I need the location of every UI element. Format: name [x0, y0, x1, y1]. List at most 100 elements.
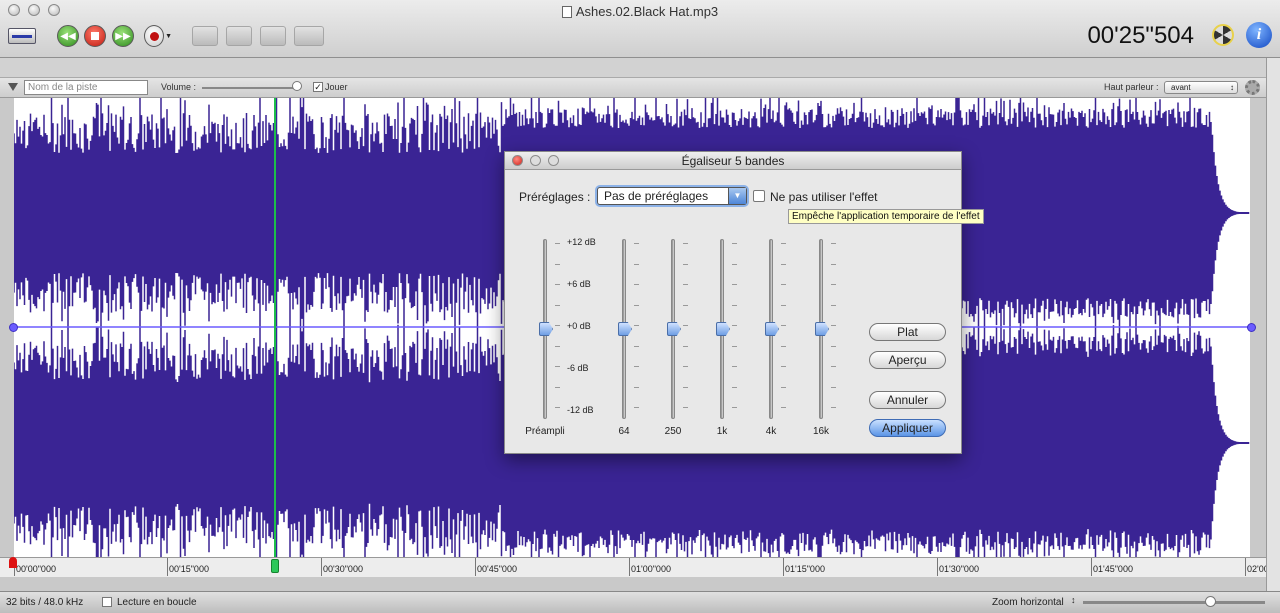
- record-icon: [144, 25, 165, 47]
- eq-slider-thumb-0[interactable]: [539, 322, 553, 336]
- eq-scale-tick: [732, 407, 737, 408]
- eq-scale-tick: [831, 304, 836, 306]
- eq-scale-tick: [683, 386, 688, 388]
- dialog-close-button[interactable]: [512, 155, 523, 166]
- eq-slider-thumb-4[interactable]: [765, 322, 779, 336]
- eq-scale-tick: [831, 243, 836, 244]
- add-track-button[interactable]: [190, 24, 220, 48]
- zoom-slider[interactable]: [1083, 601, 1265, 604]
- eq-scale-tick: [831, 386, 836, 388]
- eq-scale-tick: [831, 407, 836, 408]
- document-icon: [561, 6, 572, 18]
- tracks-view-button[interactable]: [6, 24, 38, 48]
- eq-scale-tick: [831, 366, 836, 367]
- eq-scale-tick: [732, 366, 737, 367]
- playhead[interactable]: [274, 98, 276, 572]
- eq-scale-tick: [781, 325, 786, 326]
- eq-scale-tick: [831, 263, 836, 265]
- eq-scale-tick: [634, 345, 639, 347]
- disclosure-triangle-icon[interactable]: [8, 83, 18, 91]
- eq-band-label-1: 64: [618, 426, 630, 437]
- cancel-button[interactable]: Annuler: [869, 391, 946, 409]
- info-icon: i: [1256, 26, 1262, 43]
- eq-scale-tick: [683, 243, 688, 244]
- stop-button[interactable]: [84, 24, 106, 48]
- loop-checkbox[interactable]: [102, 597, 112, 607]
- eq-scale-tick: [683, 263, 688, 265]
- eq-scale-tick: [683, 407, 688, 408]
- eq-scale-tick: [781, 304, 786, 306]
- zoom-slider-knob[interactable]: [1205, 596, 1217, 607]
- ruler-tick-3: 00'45"000: [475, 558, 517, 576]
- eq-scale-tick: [634, 263, 639, 265]
- eq-scale-tick: [683, 304, 688, 306]
- eq-slider-thumb-1[interactable]: [618, 322, 632, 336]
- fast-forward-icon: ▶▶: [112, 25, 134, 47]
- envelope-point-left[interactable]: [9, 323, 18, 332]
- add-track-icon: [192, 26, 218, 46]
- eq-band-label-2: 250: [664, 426, 682, 437]
- start-marker[interactable]: [9, 557, 17, 568]
- dialog-zoom-button[interactable]: [548, 155, 559, 166]
- chevron-updown-icon[interactable]: ↕: [1071, 595, 1076, 605]
- playhead-handle[interactable]: [271, 559, 279, 573]
- flat-button[interactable]: Plat: [869, 323, 946, 341]
- eq-scale-tick: [634, 284, 639, 285]
- export-button[interactable]: [292, 24, 326, 48]
- eq-scale-tick: [781, 366, 786, 367]
- dialog-minimize-button[interactable]: [530, 155, 541, 166]
- eq-scale-tick: [732, 386, 737, 388]
- remove-track-button[interactable]: [224, 24, 254, 48]
- bypass-label: Ne pas utiliser l'effet: [770, 190, 878, 204]
- ruler-tick-2: 00'30"000: [321, 558, 363, 576]
- eq-slider-thumb-5[interactable]: [815, 322, 829, 336]
- db-scale-label-0: +12 dB: [567, 237, 596, 247]
- info-button[interactable]: i: [1246, 22, 1272, 48]
- eq-scale-tick: [831, 284, 836, 285]
- eq-scale-tick: [781, 284, 786, 285]
- speaker-label: Haut parleur :: [1104, 82, 1159, 92]
- time-ruler[interactable]: 00'00"000 00'15"000 00'30"000 00'45"000 01'0…: [0, 557, 1272, 577]
- eq-scale-tick: [831, 345, 836, 347]
- bypass-checkbox[interactable]: [753, 190, 765, 202]
- zoom-label: Zoom horizontal: [992, 597, 1064, 608]
- rewind-button[interactable]: ◀◀: [57, 24, 79, 48]
- track-name-input[interactable]: Nom de la piste: [24, 80, 148, 95]
- volume-slider[interactable]: [202, 87, 300, 89]
- eq-band-label-4: 4k: [765, 426, 777, 437]
- tooltip: Empêche l'application temporaire de l'ef…: [788, 209, 984, 224]
- eq-band-label-0: Préampli: [525, 426, 565, 437]
- volume-slider-knob[interactable]: [292, 81, 303, 91]
- app-window: Ashes.02.Black Hat.mp3 ◀◀ ▶▶ ▼ 00'25"504…: [0, 0, 1280, 613]
- radioactive-icon[interactable]: [1212, 24, 1234, 46]
- remove-track-icon: [226, 26, 252, 46]
- eq-scale-tick: [634, 366, 639, 367]
- record-button[interactable]: ▼: [144, 24, 172, 48]
- fast-forward-button[interactable]: ▶▶: [112, 24, 134, 48]
- db-scale-label-2: +0 dB: [567, 321, 591, 331]
- mixer-icon: [260, 26, 286, 46]
- preview-button[interactable]: Aperçu: [869, 351, 946, 369]
- gear-icon[interactable]: [1245, 80, 1260, 95]
- eq-scale-tick: [555, 325, 560, 326]
- play-checkbox[interactable]: ✓: [313, 82, 323, 92]
- db-scale-label-1: +6 dB: [567, 279, 591, 289]
- presets-select[interactable]: Pas de préréglages ▼: [597, 187, 747, 205]
- eq-slider-thumb-2[interactable]: [667, 322, 681, 336]
- eq-scale-tick: [732, 325, 737, 326]
- eq-slider-thumb-3[interactable]: [716, 322, 730, 336]
- eq-scale-tick: [555, 345, 560, 347]
- mixer-button[interactable]: [258, 24, 288, 48]
- ruler-tick-5: 01'15"000: [783, 558, 825, 576]
- ruler-tick-0: 00'00"000: [14, 558, 56, 576]
- apply-button[interactable]: Appliquer: [869, 419, 946, 437]
- db-scale-label-4: -12 dB: [567, 405, 594, 415]
- eq-scale-tick: [634, 243, 639, 244]
- eq-scale-tick: [732, 263, 737, 265]
- speaker-select[interactable]: avant ↕: [1164, 81, 1238, 94]
- eq-scale-tick: [683, 325, 688, 326]
- vertical-scrollbar[interactable]: [1266, 58, 1280, 591]
- envelope-point-right[interactable]: [1247, 323, 1256, 332]
- status-bar: 32 bits / 48.0 kHz Lecture en boucle Zoo…: [0, 591, 1280, 613]
- eq-scale-tick: [555, 243, 560, 244]
